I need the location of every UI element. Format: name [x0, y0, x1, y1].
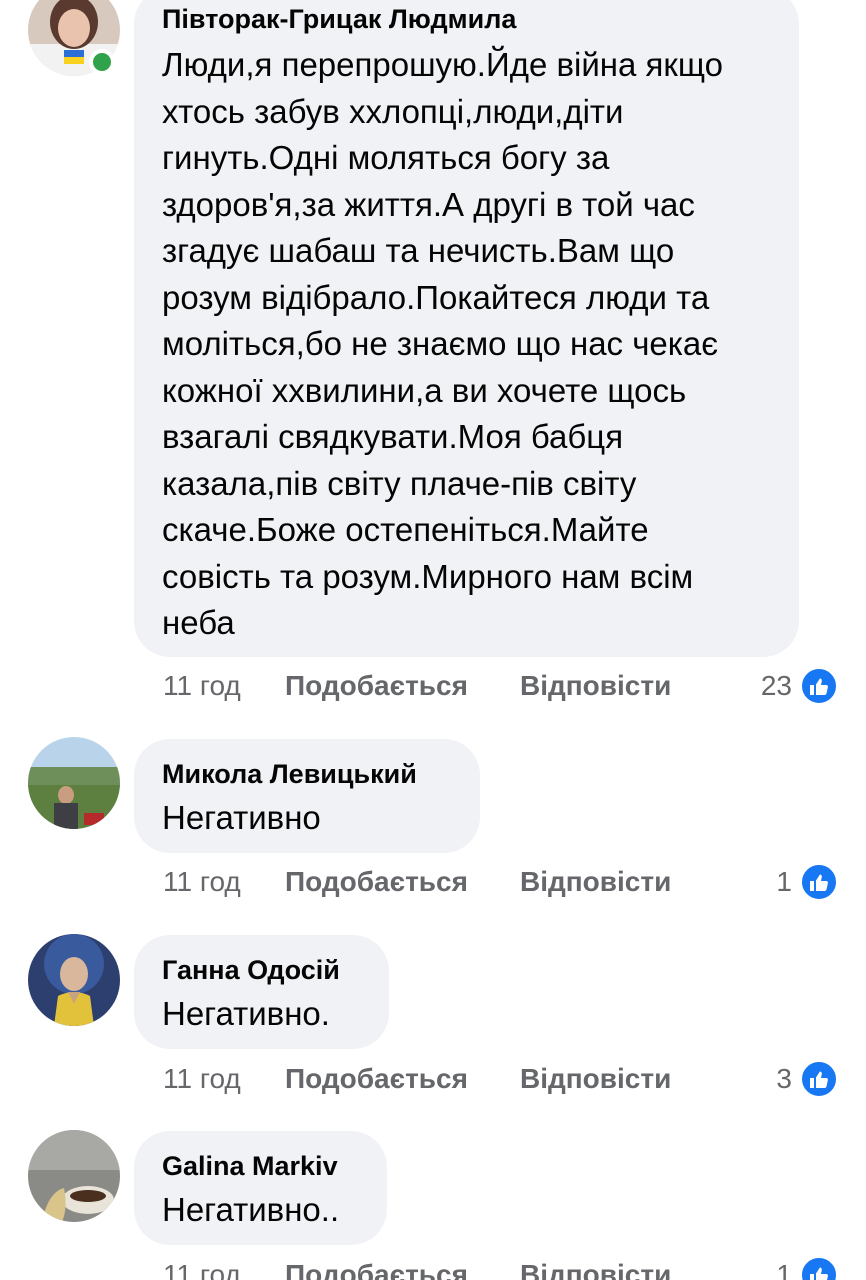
- comment-actions: 11 год Подобається Відповісти 1: [163, 862, 838, 902]
- thumbs-up-icon[interactable]: [800, 1060, 838, 1098]
- comment-bubble: Микола Левицький Негативно: [134, 739, 480, 853]
- comment-text-line: Негативно.: [162, 995, 330, 1032]
- thumbs-up-icon[interactable]: [800, 667, 838, 705]
- comment-bubble: Ганна Одосій Негативно.: [134, 935, 389, 1049]
- comment-text-line: здоров'я,за життя.А другі в той час: [162, 185, 695, 223]
- comment-timestamp[interactable]: 11 год: [163, 666, 241, 706]
- comment-timestamp[interactable]: 11 год: [163, 862, 241, 902]
- thumbs-up-icon[interactable]: [800, 863, 838, 901]
- comments-thread: Півторак-Грицак Людмила Люди,я перепрошу…: [0, 0, 866, 1280]
- comment-text-line: Негативно..: [162, 1191, 340, 1228]
- comment-actions: 11 год Подобається Відповісти 23: [163, 666, 838, 706]
- comment-text-line: Люди,я перепрошую.Йде війна якщо: [162, 46, 723, 83]
- comment-text-line: розум відібрало.Покайтеся люди та: [162, 278, 710, 316]
- reaction-count[interactable]: 23: [761, 666, 792, 706]
- comment-text: Негативно: [162, 795, 452, 842]
- comment-text-line: гинуть.Одні моляться богу за: [162, 139, 610, 176]
- reaction-count[interactable]: 1: [776, 1255, 792, 1280]
- comment-text-line: згадує шабаш та нечисть.Вам що: [162, 232, 675, 269]
- reply-button[interactable]: Відповісти: [520, 666, 671, 706]
- comment-author[interactable]: Ганна Одосій: [162, 953, 361, 987]
- comment-text: Негативно..: [162, 1187, 359, 1234]
- comment-timestamp[interactable]: 11 год: [163, 1059, 241, 1099]
- comment-text-line: казала,пів світу плаче-пів світу: [162, 464, 637, 502]
- reply-button[interactable]: Відповісти: [520, 1255, 671, 1280]
- comment-text-line: Негативно: [162, 799, 321, 836]
- comment-text-line: моліться,бо не знаємо що нас чекає: [162, 325, 719, 362]
- comment-text-line: скаче.Боже остепеніться.Майте: [162, 511, 649, 548]
- comment-text-line: кожної ххвилини,а ви хочете щось: [162, 371, 687, 409]
- like-button[interactable]: Подобається: [285, 666, 468, 706]
- online-status-indicator: [89, 49, 115, 75]
- comment-bubble: Півторак-Грицак Людмила Люди,я перепрошу…: [134, 0, 799, 657]
- comment-text: Негативно.: [162, 991, 361, 1038]
- comment-author[interactable]: Півторак-Грицак Людмила: [162, 2, 771, 36]
- like-button[interactable]: Подобається: [285, 862, 468, 902]
- thumbs-up-icon[interactable]: [800, 1256, 838, 1280]
- user-avatar-icon[interactable]: [28, 737, 120, 829]
- comment-timestamp[interactable]: 11 год: [163, 1255, 241, 1280]
- like-button[interactable]: Подобається: [285, 1255, 468, 1280]
- user-avatar-icon[interactable]: [28, 934, 120, 1026]
- comment-text-line: неба: [162, 604, 235, 641]
- reply-button[interactable]: Відповісти: [520, 1059, 671, 1099]
- like-button[interactable]: Подобається: [285, 1059, 468, 1099]
- user-avatar-icon[interactable]: [28, 1130, 120, 1222]
- comment-author[interactable]: Galina Markiv: [162, 1149, 359, 1183]
- comment-text-line: совість та розум.Мирного нам всім: [162, 557, 694, 595]
- comment-text: Люди,я перепрошую.Йде війна якщо хтось з…: [162, 42, 771, 647]
- comment-author[interactable]: Микола Левицький: [162, 757, 452, 791]
- reply-button[interactable]: Відповісти: [520, 862, 671, 902]
- comment-text-line: взагалі свядкувати.Моя бабця: [162, 418, 624, 455]
- comment-actions: 11 год Подобається Відповісти 1: [163, 1255, 838, 1280]
- comment-text-line: хтось забув ххлопці,люди,діти: [162, 92, 624, 130]
- comment-bubble: Galina Markiv Негативно..: [134, 1131, 387, 1245]
- comment-actions: 11 год Подобається Відповісти 3: [163, 1059, 838, 1099]
- reaction-count[interactable]: 3: [776, 1059, 792, 1099]
- reaction-count[interactable]: 1: [776, 862, 792, 902]
